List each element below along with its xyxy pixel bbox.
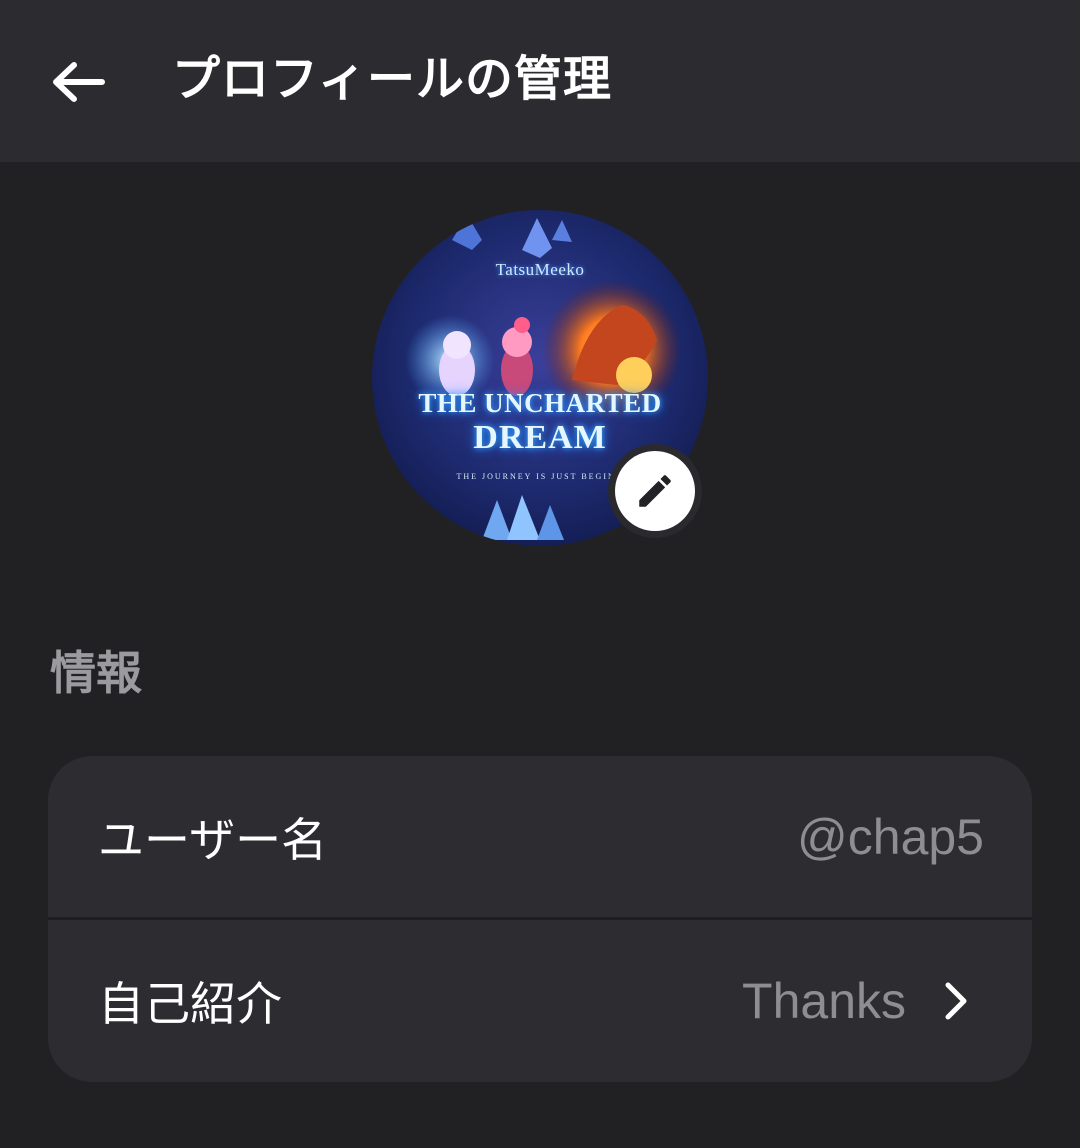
username-value: @chap5 <box>797 809 984 865</box>
username-row[interactable]: ユーザー名 @chap5 <box>48 756 1032 918</box>
avatar-title-line1: THE UNCHARTED <box>418 388 662 418</box>
bio-label: 自己紹介 <box>98 977 282 1031</box>
avatar-brand-text: TatsuMeeko <box>495 260 585 279</box>
edit-badge-circle <box>615 451 695 531</box>
bio-row[interactable]: 自己紹介 Thanks <box>48 920 1032 1082</box>
profile-management-screen: プロフィールの管理 TatsuMeeko THE UNCHARTED DREAM… <box>0 0 1080 1148</box>
section-label-info: 情報 <box>50 646 142 700</box>
app-bar: プロフィールの管理 <box>0 0 1080 162</box>
page-title: プロフィールの管理 <box>172 51 613 107</box>
back-button[interactable] <box>38 42 118 122</box>
username-label: ユーザー名 <box>98 813 328 867</box>
pencil-icon <box>639 475 671 507</box>
edit-avatar-button[interactable] <box>608 444 702 538</box>
bio-value: Thanks <box>742 973 906 1029</box>
chevron-right-icon <box>938 979 974 1023</box>
info-card: ユーザー名 @chap5 自己紹介 Thanks <box>48 756 1032 1082</box>
avatar-container: TatsuMeeko THE UNCHARTED DREAM THE JOURN… <box>372 210 708 546</box>
arrow-left-icon <box>53 62 105 102</box>
